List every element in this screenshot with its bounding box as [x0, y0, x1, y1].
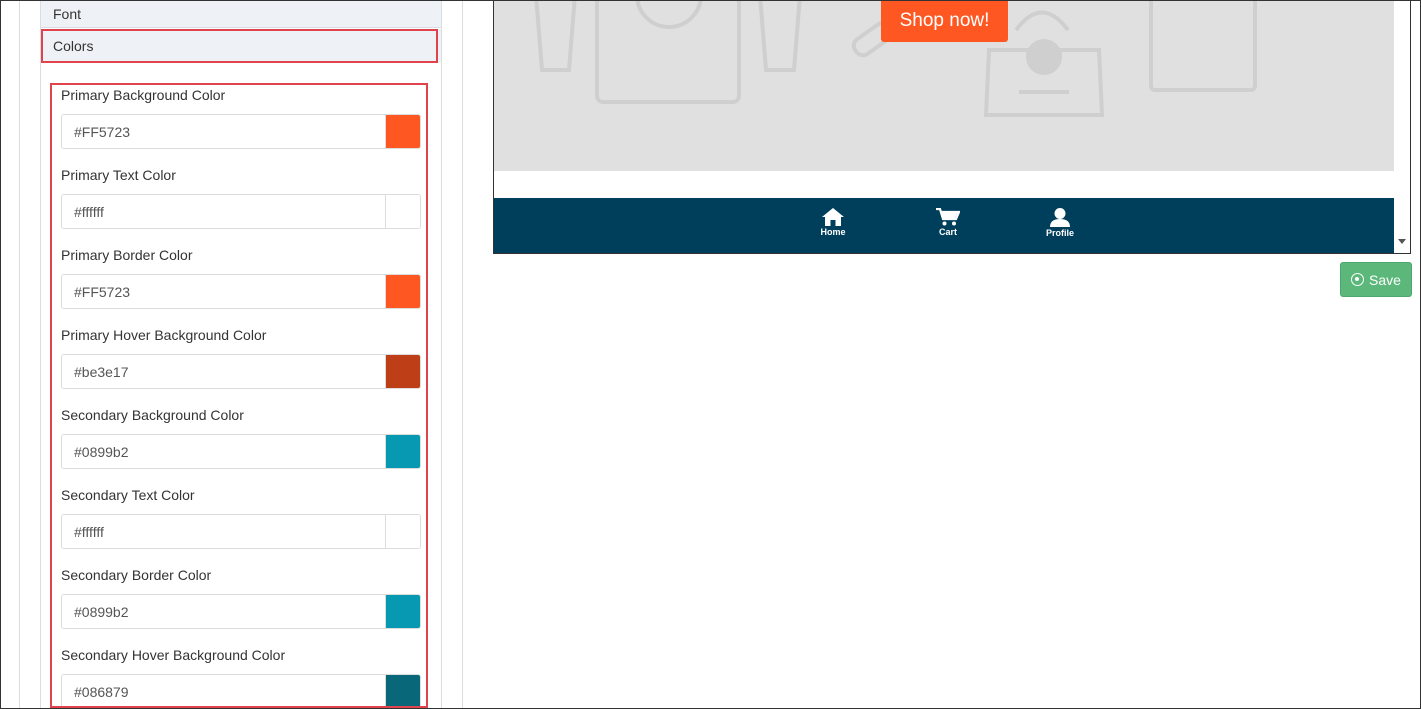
- color-input-group: [61, 594, 421, 629]
- field-label: Secondary Hover Background Color: [61, 647, 286, 663]
- nav-profile-label: Profile: [1045, 228, 1074, 238]
- section-colors-label: Colors: [53, 38, 94, 54]
- color-swatch[interactable]: [385, 675, 420, 708]
- home-icon: [822, 208, 844, 226]
- color-swatch[interactable]: [385, 515, 420, 548]
- color-input-group: [61, 194, 421, 229]
- color-swatch[interactable]: [385, 275, 420, 308]
- field-primary-text-color: Primary Text Color: [61, 166, 421, 229]
- nav-cart[interactable]: Cart: [918, 208, 978, 237]
- save-icon: [1351, 273, 1365, 286]
- save-button[interactable]: Save: [1340, 262, 1412, 297]
- section-colors-header[interactable]: Colors: [41, 29, 441, 63]
- field-secondary-border-color: Secondary Border Color: [61, 566, 421, 629]
- field-label: Secondary Text Color: [61, 487, 195, 503]
- preview-scrollbar[interactable]: [1394, 0, 1410, 253]
- color-input-group: [61, 514, 421, 549]
- preview-bottom-nav: Home Cart Profile: [494, 198, 1394, 253]
- color-hex-input[interactable]: [62, 675, 385, 708]
- color-input-group: [61, 114, 421, 149]
- field-label: Primary Text Color: [61, 167, 176, 183]
- color-hex-input[interactable]: [62, 355, 385, 388]
- color-swatch[interactable]: [385, 355, 420, 388]
- panel-divider: [462, 0, 463, 709]
- field-primary-border-color: Primary Border Color: [61, 246, 421, 309]
- color-input-group: [61, 274, 421, 309]
- field-primary-background-color: Primary Background Color: [61, 86, 421, 149]
- nav-home[interactable]: Home: [803, 208, 863, 237]
- color-swatch[interactable]: [385, 115, 420, 148]
- field-label: Primary Hover Background Color: [61, 327, 267, 343]
- field-label: Secondary Background Color: [61, 407, 244, 423]
- profile-icon: [1050, 208, 1070, 227]
- nav-profile[interactable]: Profile: [1030, 208, 1090, 238]
- cart-icon: [936, 208, 960, 226]
- save-label: Save: [1369, 271, 1401, 288]
- field-secondary-hover-background-color: Secondary Hover Background Color: [61, 646, 421, 709]
- color-swatch[interactable]: [385, 195, 420, 228]
- color-input-group: [61, 354, 421, 389]
- field-primary-hover-background-color: Primary Hover Background Color: [61, 326, 421, 389]
- color-input-group: [61, 434, 421, 469]
- color-swatch[interactable]: [385, 435, 420, 468]
- shop-now-button[interactable]: Shop now!: [881, 0, 1008, 42]
- color-hex-input[interactable]: [62, 435, 385, 468]
- color-hex-input[interactable]: [62, 515, 385, 548]
- color-hex-input[interactable]: [62, 115, 385, 148]
- field-label: Primary Border Color: [61, 247, 193, 263]
- color-hex-input[interactable]: [62, 275, 385, 308]
- color-swatch[interactable]: [385, 595, 420, 628]
- theme-preview: Shop now! Home Cart Profile: [493, 0, 1411, 254]
- nav-cart-label: Cart: [938, 227, 957, 237]
- section-font-header[interactable]: Font: [41, 0, 441, 28]
- scroll-down-arrow-icon[interactable]: [1398, 239, 1406, 244]
- field-label: Primary Background Color: [61, 87, 226, 103]
- color-input-group: [61, 674, 421, 709]
- field-secondary-text-color: Secondary Text Color: [61, 486, 421, 549]
- color-hex-input[interactable]: [62, 595, 385, 628]
- section-font-label: Font: [53, 5, 82, 22]
- color-hex-input[interactable]: [62, 195, 385, 228]
- hero-banner: Shop now!: [494, 0, 1394, 171]
- field-secondary-background-color: Secondary Background Color: [61, 406, 421, 469]
- left-divider: [19, 0, 20, 709]
- nav-home-label: Home: [820, 227, 846, 237]
- field-label: Secondary Border Color: [61, 567, 212, 583]
